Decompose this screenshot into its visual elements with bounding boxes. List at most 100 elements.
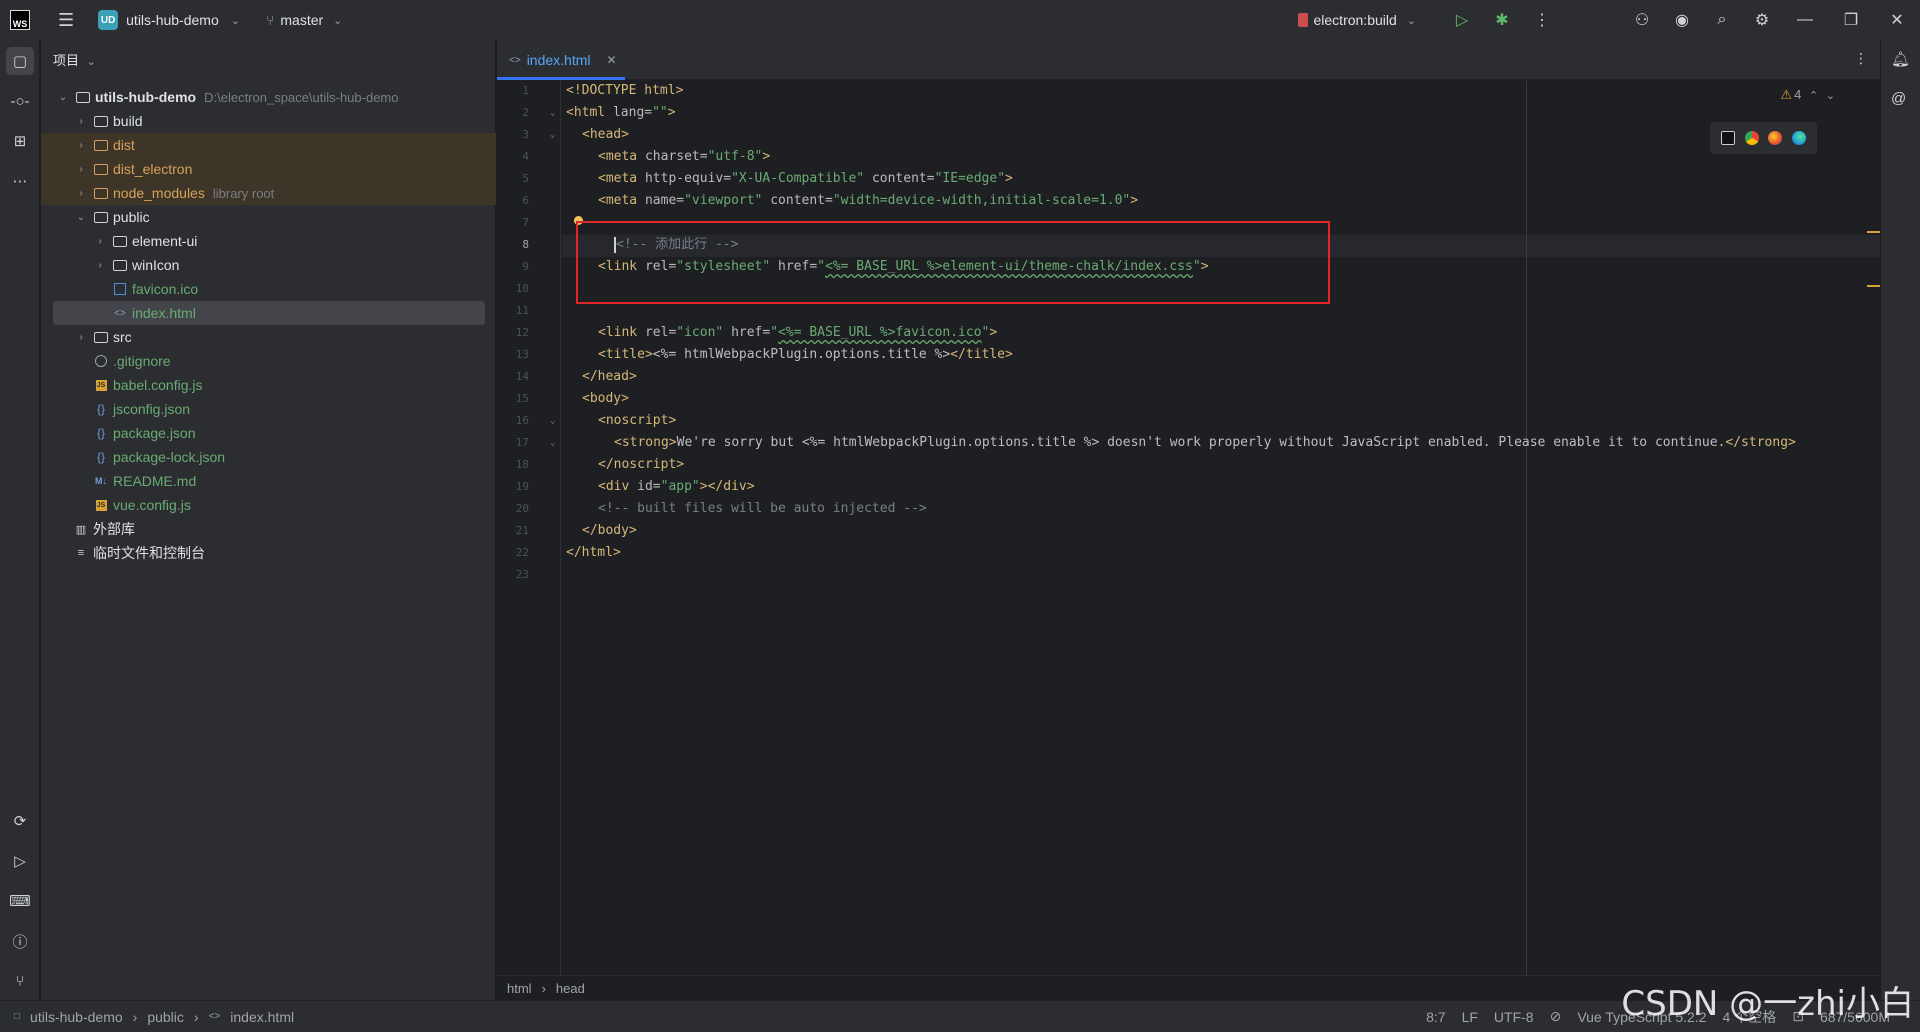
add-user-icon[interactable]: ⚇	[1622, 10, 1662, 30]
tree-item-external-libraries[interactable]: ▥ 外部库	[41, 517, 496, 541]
line-number: 6	[522, 194, 529, 207]
notifications-icon[interactable]: 🔔︎	[1891, 50, 1910, 68]
tab-index-html[interactable]: <> index.html ✕	[497, 40, 625, 80]
code-token: "X-UA-Compatible"	[731, 171, 865, 186]
structure-tool-icon[interactable]: ⊞	[6, 127, 34, 155]
tree-item-dist[interactable]: › dist	[41, 133, 496, 157]
ai-chat-icon[interactable]: @	[1891, 90, 1906, 107]
run-config-selector[interactable]: electron:build ⌄	[1297, 12, 1416, 28]
branch-switcher[interactable]: ⑂ master ⌄	[262, 12, 342, 28]
tree-item-jsconfig[interactable]: {} jsconfig.json	[41, 397, 496, 421]
code-line-18: </noscript>	[598, 454, 684, 476]
project-panel-header[interactable]: 项目 ⌄	[53, 50, 96, 69]
terminal-tool-icon[interactable]: ⌨	[6, 887, 34, 915]
line-number: 1	[522, 84, 529, 97]
code-token: </body>	[582, 523, 637, 538]
project-switcher[interactable]: UD utils-hub-demo ⌄	[98, 10, 240, 30]
tree-item-public[interactable]: ⌄ public	[41, 205, 496, 229]
chevron-up-icon[interactable]: ⌃	[1809, 90, 1818, 102]
code-token: "utf-8"	[707, 149, 763, 164]
commit-tool-icon[interactable]: -○-	[6, 87, 34, 115]
tree-item-scratches[interactable]: ≡ 临时文件和控制台	[41, 541, 496, 565]
git-tool-icon[interactable]: ⑂	[6, 967, 34, 995]
chrome-icon[interactable]	[1744, 131, 1759, 145]
chevron-right-icon: ›	[541, 980, 546, 996]
fold-marker-icon[interactable]: ⌄	[550, 124, 555, 146]
status-path-item[interactable]: public	[147, 1009, 184, 1025]
search-icon[interactable]: ⌕	[1702, 11, 1742, 29]
fold-marker-icon[interactable]: ⌄	[550, 410, 555, 432]
line-number: 9	[522, 260, 529, 273]
tree-item-index-html[interactable]: <> index.html	[53, 301, 485, 325]
tree-item-dist-electron[interactable]: › dist_electron	[41, 157, 496, 181]
tree-root[interactable]: ⌄ utils-hub-demo D:\electron_space\utils…	[41, 85, 496, 109]
minimize-icon[interactable]: —	[1782, 11, 1828, 29]
status-path-item[interactable]: index.html	[230, 1009, 294, 1025]
close-icon[interactable]: ✕	[1874, 10, 1920, 30]
chevron-down-icon: ⌄	[58, 91, 68, 103]
tree-item-build[interactable]: › build	[41, 109, 496, 133]
tree-item-label: element-ui	[132, 233, 198, 249]
ai-assistant-icon[interactable]: ◉	[1662, 10, 1702, 30]
close-tab-icon[interactable]: ✕	[607, 53, 617, 67]
line-number: 15	[515, 392, 529, 405]
tree-item-favicon[interactable]: favicon.ico	[41, 277, 496, 301]
chevron-down-icon[interactable]: ⌄	[1826, 90, 1835, 102]
browser-preview-bar	[1710, 122, 1817, 154]
excluded-folder-icon	[93, 162, 109, 176]
warning-stripe-marker[interactable]	[1867, 231, 1880, 233]
firefox-icon[interactable]	[1768, 131, 1783, 145]
breadcrumb-item[interactable]: html	[507, 981, 532, 996]
warnings-indicator[interactable]: ⚠ 4 ⌃ ⌄	[1780, 87, 1835, 103]
tree-item-element-ui[interactable]: › element-ui	[41, 229, 496, 253]
tree-item-winicon[interactable]: › winIcon	[41, 253, 496, 277]
tree-item-node-modules[interactable]: › node_modules library root	[41, 181, 496, 205]
webstorm-browser-icon[interactable]	[1720, 131, 1735, 145]
settings-icon[interactable]: ⚙	[1742, 10, 1782, 30]
tree-item-label: babel.config.js	[113, 377, 203, 393]
caret-position[interactable]: 8:7	[1426, 1009, 1445, 1025]
project-tool-icon[interactable]: ▢	[6, 47, 34, 75]
warning-icon: ⚠	[1780, 87, 1793, 102]
services-tool-icon[interactable]: ⟳	[6, 807, 34, 835]
warning-stripe-marker[interactable]	[1867, 285, 1880, 287]
tree-item-gitignore[interactable]: .gitignore	[41, 349, 496, 373]
tree-item-label: dist	[113, 137, 135, 153]
tree-item-babel-config[interactable]: JS babel.config.js	[41, 373, 496, 397]
tree-item-readme[interactable]: M↓ README.md	[41, 469, 496, 493]
webstorm-logo-icon[interactable]: WS	[10, 10, 30, 30]
js-file-icon: JS	[95, 499, 107, 511]
tab-options-icon[interactable]: ⋮	[1854, 50, 1868, 67]
run-tool-icon[interactable]: ▷	[6, 847, 34, 875]
file-encoding[interactable]: UTF-8	[1494, 1009, 1534, 1025]
line-separator[interactable]: LF	[1462, 1009, 1478, 1025]
restore-icon[interactable]: ❐	[1828, 10, 1874, 30]
more-tools-icon[interactable]: ⋯	[6, 167, 34, 195]
fold-marker-icon[interactable]: ⌄	[550, 102, 555, 124]
chevron-right-icon: ›	[79, 163, 83, 175]
status-path-item[interactable]: utils-hub-demo	[30, 1009, 123, 1025]
tree-item-label: package.json	[113, 425, 196, 441]
line-number: 20	[515, 502, 529, 515]
tree-item-label: build	[113, 113, 143, 129]
tree-item-package-lock[interactable]: {} package-lock.json	[41, 445, 496, 469]
main-menu-icon[interactable]: ☰	[58, 10, 74, 31]
tree-item-package-json[interactable]: {} package.json	[41, 421, 496, 445]
warning-count: 4	[1794, 87, 1802, 102]
code-line-21: </body>	[582, 520, 637, 542]
code-token: <head>	[582, 127, 629, 142]
tree-item-src[interactable]: › src	[41, 325, 496, 349]
tree-item-vue-config[interactable]: JS vue.config.js	[41, 493, 496, 517]
problems-tool-icon[interactable]: ⓘ	[6, 927, 34, 955]
fold-marker-icon[interactable]: ⌄	[550, 432, 555, 454]
debug-icon[interactable]: ✱	[1482, 10, 1522, 30]
code-editor[interactable]: 1 2 3 4 5 6 7 8 9 10 11 12 13 14 15 16 1…	[497, 81, 1880, 975]
code-token: "width=device-width,initial-scale=1.0"	[832, 193, 1131, 208]
chevron-right-icon: ›	[98, 235, 102, 247]
code-line-6: <meta name="viewport" content="width=dev…	[598, 193, 1139, 208]
run-icon[interactable]: ▷	[1442, 10, 1482, 30]
inspections-icon[interactable]: ⊘	[1550, 1008, 1562, 1025]
edge-icon[interactable]	[1792, 131, 1807, 145]
more-actions-icon[interactable]: ⋮	[1522, 10, 1562, 30]
breadcrumb-item[interactable]: head	[556, 981, 585, 996]
